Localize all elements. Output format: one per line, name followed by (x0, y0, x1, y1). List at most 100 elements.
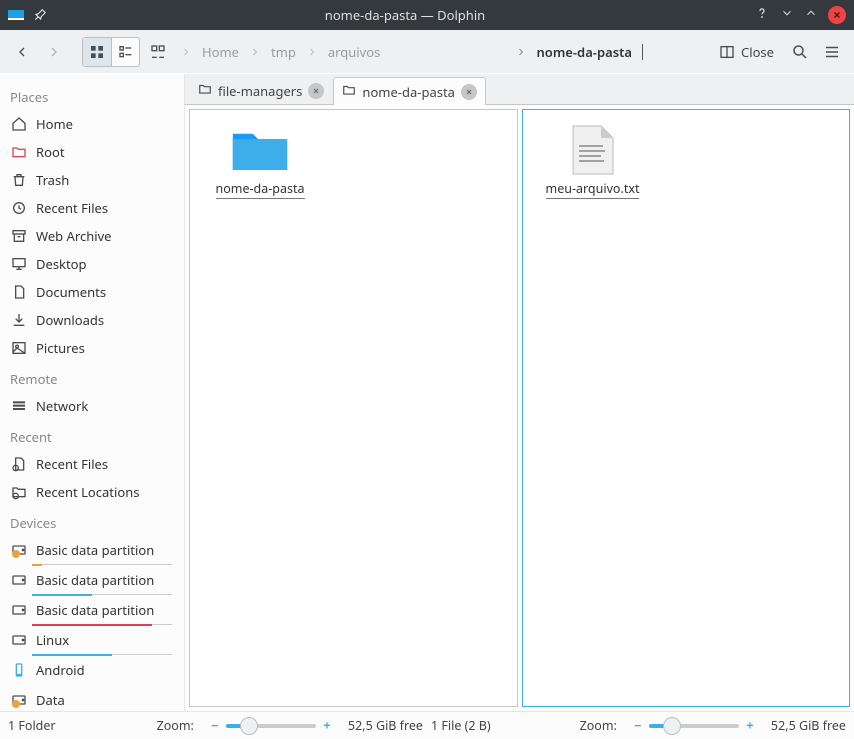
tab-label: nome-da-pasta (362, 83, 455, 101)
sidebar-item-webarchive[interactable]: Web Archive (0, 222, 184, 250)
tab-close-button[interactable] (461, 84, 477, 100)
free-space-left: 52,5 GiB free (348, 717, 423, 734)
recent-files-icon (10, 455, 28, 473)
pictures-icon (10, 339, 28, 357)
clock-icon (10, 199, 28, 217)
tabs-bar: file-managers nome-da-pasta (185, 74, 854, 104)
sidebar-item-documents[interactable]: Documents (0, 278, 184, 306)
drive-icon (10, 571, 28, 589)
tab-file-managers[interactable]: file-managers (189, 76, 333, 104)
minimize-icon[interactable] (780, 6, 794, 24)
zoom-in-icon[interactable]: + (743, 719, 757, 733)
sidebar-item-recent-locations[interactable]: Recent Locations (0, 478, 184, 506)
free-space-right: 52,5 GiB free (771, 717, 846, 734)
sidebar-group-devices: Devices (0, 506, 184, 536)
sidebar-item-pictures[interactable]: Pictures (0, 334, 184, 362)
close-split-label: Close (741, 43, 774, 61)
breadcrumb: Home tmp arquivos nome-da-pasta (176, 39, 707, 65)
window-title: nome-da-pasta — Dolphin (56, 6, 754, 24)
breadcrumb-item[interactable]: tmp (265, 39, 302, 65)
zoom-in-icon[interactable]: + (320, 719, 334, 733)
pin-icon[interactable] (32, 7, 48, 23)
archive-icon (10, 227, 28, 245)
drive-icon (10, 661, 28, 679)
text-file-icon (561, 124, 625, 176)
toolbar: Home tmp arquivos nome-da-pasta Close (0, 30, 854, 74)
drive-icon (10, 601, 28, 619)
back-button[interactable] (8, 38, 36, 66)
left-pane[interactable]: nome-da-pasta (189, 109, 518, 707)
details-view-button[interactable] (144, 38, 172, 66)
search-button[interactable] (786, 38, 814, 66)
maximize-icon[interactable] (804, 6, 818, 24)
trash-icon (10, 171, 28, 189)
drive-icon (10, 691, 28, 709)
documents-icon (10, 283, 28, 301)
sidebar-item-downloads[interactable]: Downloads (0, 306, 184, 334)
chevron-right-icon (515, 46, 527, 58)
breadcrumb-item-active[interactable]: nome-da-pasta (531, 39, 639, 65)
split-panes: nome-da-pasta meu-arquivo.txt (185, 104, 854, 711)
sidebar-item-network[interactable]: Network (0, 392, 184, 420)
help-icon[interactable] (754, 5, 770, 25)
text-cursor (642, 44, 643, 60)
zoom-slider-right[interactable]: − + (649, 719, 739, 733)
zoom-label: Zoom: (580, 717, 617, 734)
breadcrumb-item[interactable]: arquivos (322, 39, 386, 65)
compact-view-button[interactable] (111, 38, 139, 66)
view-mode-group (82, 37, 140, 67)
folder-item[interactable]: nome-da-pasta (210, 124, 310, 199)
sidebar-item-trash[interactable]: Trash (0, 166, 184, 194)
hamburger-menu-button[interactable] (818, 38, 846, 66)
places-panel: Places Home Root Trash Recent Files Web … (0, 74, 185, 711)
status-count-left: 1 Folder (8, 717, 56, 734)
sidebar-group-recent: Recent (0, 420, 184, 450)
sidebar-group-places: Places (0, 80, 184, 110)
tab-close-button[interactable] (308, 83, 324, 99)
sidebar-item-home[interactable]: Home (0, 110, 184, 138)
sidebar-item-root[interactable]: Root (0, 138, 184, 166)
sidebar-item-device[interactable]: Basic data partition (0, 596, 184, 626)
network-icon (10, 397, 28, 415)
home-icon (10, 115, 28, 133)
sidebar-group-remote: Remote (0, 362, 184, 392)
zoom-label: Zoom: (157, 717, 194, 734)
recent-locations-icon (10, 483, 28, 501)
folder-icon (342, 83, 356, 101)
tab-label: file-managers (218, 82, 302, 100)
close-split-button[interactable]: Close (711, 39, 782, 65)
sidebar-item-device[interactable]: Android (0, 656, 184, 686)
folder-icon (198, 82, 212, 100)
sidebar-item-recent[interactable]: Recent Files (0, 194, 184, 222)
sidebar-item-device[interactable]: Basic data partition (0, 536, 184, 566)
main: Places Home Root Trash Recent Files Web … (0, 74, 854, 711)
close-window-button[interactable] (828, 6, 846, 24)
icons-view-button[interactable] (83, 38, 111, 66)
text-file-item[interactable]: meu-arquivo.txt (543, 124, 643, 199)
zoom-out-icon[interactable]: − (208, 719, 222, 733)
zoom-slider-left[interactable]: − + (226, 719, 316, 733)
sidebar-item-device[interactable]: Basic data partition (0, 566, 184, 596)
sidebar-item-desktop[interactable]: Desktop (0, 250, 184, 278)
status-bar: 1 Folder Zoom: − + 52,5 GiB free 1 File … (0, 711, 854, 739)
content-area: file-managers nome-da-pasta nome-da-past… (185, 74, 854, 711)
breadcrumb-item[interactable]: Home (196, 39, 245, 65)
zoom-out-icon[interactable]: − (631, 719, 645, 733)
download-icon (10, 311, 28, 329)
tab-nome-da-pasta[interactable]: nome-da-pasta (333, 77, 486, 105)
sidebar-item-device[interactable]: Data (0, 686, 184, 711)
drive-icon (10, 541, 28, 559)
sidebar-item-recent-files[interactable]: Recent Files (0, 450, 184, 478)
drive-icon (10, 631, 28, 649)
folder-root-icon (10, 143, 28, 161)
forward-button[interactable] (40, 38, 68, 66)
file-label: nome-da-pasta (216, 180, 305, 199)
folder-icon (228, 124, 292, 176)
app-icon (8, 7, 24, 23)
chevron-right-icon (306, 46, 318, 58)
titlebar: nome-da-pasta — Dolphin (0, 0, 854, 30)
chevron-right-icon (249, 46, 261, 58)
sidebar-item-device[interactable]: Linux (0, 626, 184, 656)
file-label: meu-arquivo.txt (546, 180, 640, 199)
right-pane[interactable]: meu-arquivo.txt (522, 109, 851, 707)
